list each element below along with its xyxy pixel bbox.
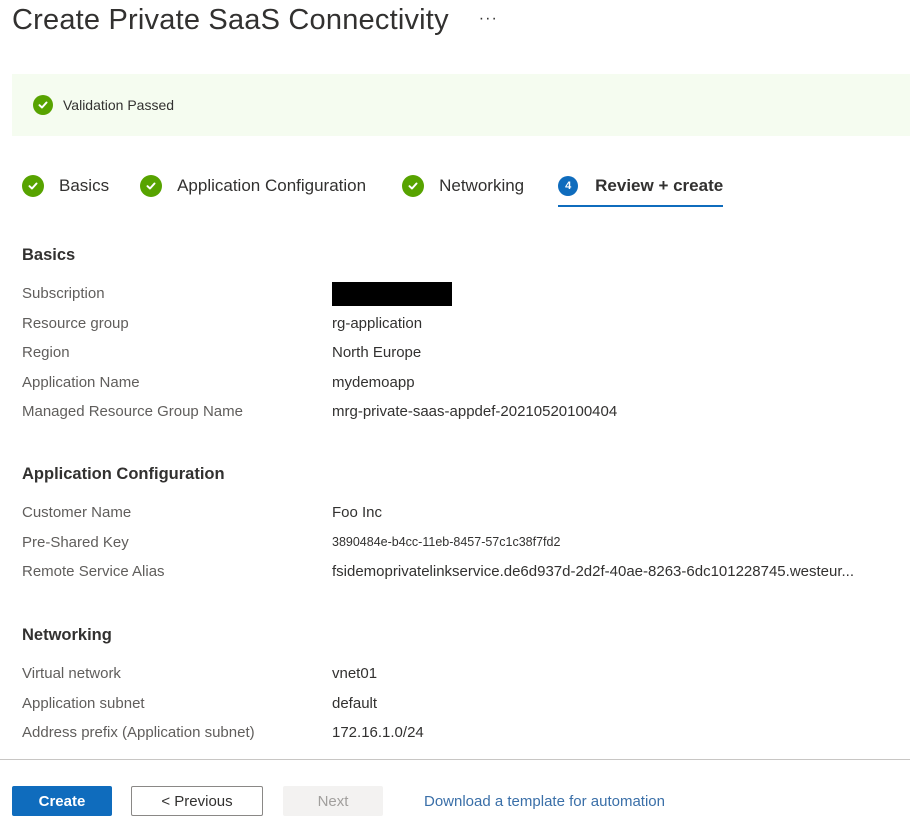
row-value: rg-application: [332, 314, 423, 332]
validation-status-text: Validation Passed: [63, 97, 175, 113]
summary-row: Region North Europe: [22, 338, 617, 368]
more-options-button[interactable]: ···: [479, 10, 498, 28]
step-label: Review + create: [595, 176, 724, 195]
row-value: mrg-private-saas-appdef-20210520100404: [332, 403, 618, 421]
section-title: Basics: [22, 246, 76, 264]
summary-row: Address prefix (Application subnet) 172.…: [22, 718, 424, 748]
summary-row: Remote Service Alias fsidemoprivatelinks…: [22, 557, 854, 587]
validation-banner: Validation Passed: [12, 74, 910, 136]
row-value: 3890484e-b4cc-11eb-8457-57c1c38f7fd2: [332, 535, 561, 550]
summary-row: Virtual network vnet01: [22, 659, 424, 689]
download-template-link[interactable]: Download a template for automation: [424, 793, 665, 810]
section-title: Application Configuration: [22, 465, 225, 483]
check-circle-icon: [33, 95, 53, 115]
previous-button[interactable]: < Previous: [131, 786, 263, 816]
page-title: Create Private SaaS Connectivity: [12, 4, 449, 36]
row-label: Managed Resource Group Name: [22, 403, 243, 421]
summary-row: Application Name mydemoapp: [22, 368, 617, 398]
summary-row: Customer Name Foo Inc: [22, 498, 854, 528]
row-label: Pre-Shared Key: [22, 533, 129, 551]
row-label: Address prefix (Application subnet): [22, 724, 255, 742]
row-value: default: [332, 694, 378, 712]
redacted-value: [332, 281, 452, 306]
check-circle-icon: [402, 175, 425, 197]
row-value: North Europe: [332, 344, 422, 362]
step-label: Application Configuration: [177, 176, 367, 195]
wizard-steps: Basics Application Configuration Network…: [22, 170, 724, 207]
row-value: vnet01: [332, 665, 378, 683]
check-circle-icon: [22, 175, 44, 197]
tab-application-configuration[interactable]: Application Configuration: [140, 170, 366, 202]
summary-row: Subscription: [22, 279, 617, 309]
summary-row: Resource group rg-application: [22, 309, 617, 339]
summary-row: Application subnet default: [22, 689, 424, 719]
row-value: Foo Inc: [332, 504, 383, 522]
tab-networking[interactable]: Networking: [402, 170, 524, 202]
title-row: Create Private SaaS Connectivity ···: [12, 4, 498, 37]
summary-row: Pre-Shared Key 3890484e-b4cc-11eb-8457-5…: [22, 528, 854, 558]
row-label: Virtual network: [22, 665, 121, 683]
row-label: Region: [22, 344, 70, 362]
row-label: Application Name: [22, 373, 140, 391]
next-button[interactable]: Next: [283, 786, 383, 816]
tab-basics[interactable]: Basics: [22, 170, 109, 202]
step-label: Basics: [59, 176, 110, 195]
footer-actions: Create < Previous Next Download a templa…: [12, 786, 665, 816]
row-label: Application subnet: [22, 694, 145, 712]
tab-review-create[interactable]: 4 Review + create: [558, 170, 724, 207]
basics-section: Basics Subscription Resource group rg-ap…: [22, 246, 617, 427]
row-value: fsidemoprivatelinkservice.de6d937d-2d2f-…: [332, 563, 855, 581]
networking-section: Networking Virtual network vnet01 Applic…: [22, 626, 424, 748]
application-configuration-section: Application Configuration Customer Name …: [22, 465, 854, 587]
row-label: Resource group: [22, 314, 129, 332]
step-label: Networking: [439, 176, 525, 195]
section-title: Networking: [22, 626, 112, 644]
create-button[interactable]: Create: [12, 786, 112, 816]
row-value: 172.16.1.0/24: [332, 724, 424, 742]
row-label: Subscription: [22, 285, 105, 303]
footer-divider: [0, 759, 910, 760]
row-label: Remote Service Alias: [22, 563, 165, 581]
summary-row: Managed Resource Group Name mrg-private-…: [22, 397, 617, 427]
row-value: mydemoapp: [332, 373, 415, 391]
row-label: Customer Name: [22, 504, 132, 522]
step-number-badge: 4: [558, 176, 579, 196]
check-circle-icon: [140, 175, 163, 197]
